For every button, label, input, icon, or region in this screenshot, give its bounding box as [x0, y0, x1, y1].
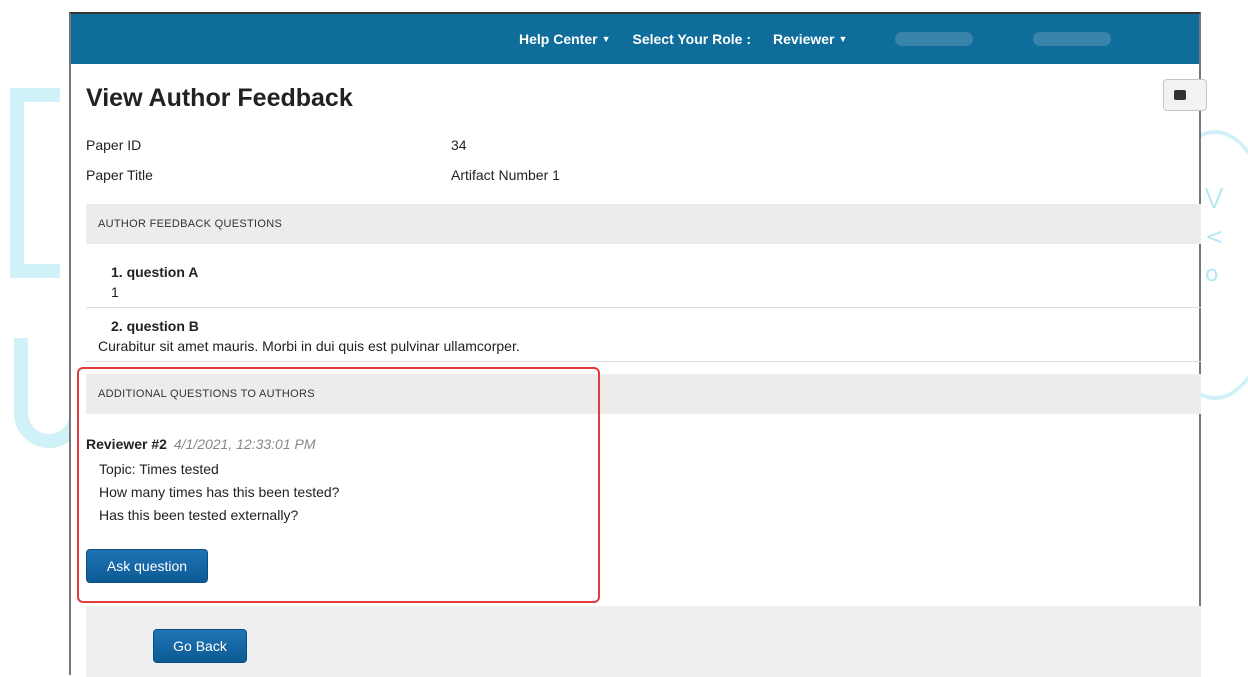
watermark-bracket [10, 88, 60, 278]
question-answer: Curabitur sit amet mauris. Morbi in dui … [98, 338, 520, 354]
watermark-glyph: ⋁ [1205, 185, 1224, 210]
comment-topic: Topic: Times tested [99, 461, 219, 477]
print-button[interactable] [1163, 79, 1207, 111]
paper-title-label: Paper Title [86, 167, 153, 183]
question-title: 1. question A [111, 264, 199, 280]
ask-question-button[interactable]: Ask question [86, 549, 208, 583]
role-value: Reviewer [773, 31, 835, 47]
blurred-user-info [1033, 32, 1112, 46]
additional-questions-section-header: ADDITIONAL QUESTIONS TO AUTHORS [86, 374, 1201, 414]
watermark-glyph: o [1205, 262, 1219, 287]
help-center-label: Help Center [519, 31, 598, 47]
paper-id-label: Paper ID [86, 137, 142, 153]
author-feedback-section-header: AUTHOR FEEDBACK QUESTIONS [86, 204, 1201, 244]
question-item: 1. question A 1 [86, 254, 1201, 308]
top-navigation-bar: Help Center ▼ Select Your Role : Reviewe… [71, 14, 1199, 64]
watermark-glyph: < [1205, 225, 1224, 250]
select-role-label: Select Your Role : [632, 31, 752, 47]
print-icon [1174, 90, 1186, 100]
comment-timestamp: 4/1/2021, 12:33:01 PM [173, 436, 316, 452]
paper-title-value: Artifact Number 1 [451, 167, 560, 183]
role-selector[interactable]: Reviewer ▼ [773, 31, 847, 47]
caret-down-icon: ▼ [838, 34, 848, 44]
blurred-user-info [895, 32, 974, 46]
comment-line: How many times has this been tested? [99, 484, 340, 500]
app-window: Help Center ▼ Select Your Role : Reviewe… [69, 12, 1207, 677]
paper-id-value: 34 [451, 137, 467, 153]
go-back-button[interactable]: Go Back [153, 629, 247, 663]
help-center-menu[interactable]: Help Center ▼ [519, 31, 611, 47]
question-item: 2. question B Curabitur sit amet mauris.… [86, 308, 1201, 362]
page-title: View Author Feedback [86, 84, 353, 112]
question-answer: 1 [111, 284, 119, 300]
reviewer-name: Reviewer #2 [86, 436, 167, 452]
caret-down-icon: ▼ [601, 34, 611, 44]
reviewer-entry-header: Reviewer #2 4/1/2021, 12:33:01 PM [86, 436, 316, 452]
question-title: 2. question B [111, 318, 199, 334]
comment-line: Has this been tested externally? [99, 507, 299, 523]
footer-bar [86, 606, 1201, 677]
